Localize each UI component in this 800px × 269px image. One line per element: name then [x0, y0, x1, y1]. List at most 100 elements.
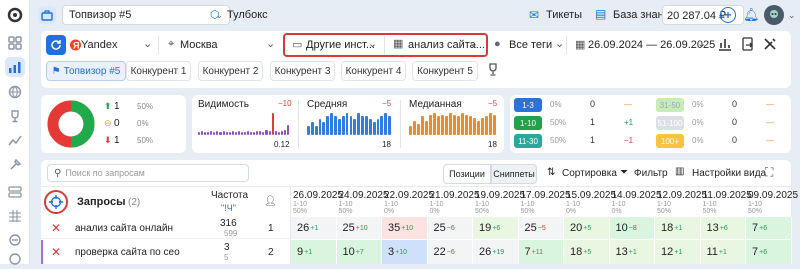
position-cell[interactable]: 7 +6	[746, 240, 792, 264]
chart-icon[interactable]	[718, 37, 732, 54]
position-cell[interactable]: 12 +1	[655, 240, 701, 264]
metric-bar	[341, 116, 345, 135]
position-cell[interactable]: 22 −6	[427, 240, 473, 264]
expand-icon[interactable]: ⛶	[765, 165, 773, 180]
metric-bar	[216, 130, 219, 135]
other-tools-select[interactable]: Другие инст...	[306, 39, 375, 51]
export-icon[interactable]	[741, 37, 755, 54]
position-cell[interactable]: 35 +10	[382, 217, 428, 239]
position-cell[interactable]: 10 −8	[609, 217, 655, 239]
date-header[interactable]: 09.09.2025	[748, 190, 798, 201]
position-cell[interactable]: 11 +1	[700, 240, 746, 264]
metric-bar	[417, 124, 420, 135]
settings-tools-icon[interactable]	[763, 37, 777, 54]
position-cell[interactable]: 20 +5	[564, 217, 610, 239]
filter-icon[interactable]: ⏷	[620, 167, 628, 178]
positions-icon[interactable]	[5, 57, 25, 77]
chevron-down-icon[interactable]: ⌄	[469, 37, 478, 50]
sort-icon[interactable]: ⇅	[547, 167, 555, 178]
date-percent: 50%	[475, 208, 490, 215]
date-header[interactable]: 14.09.2025	[612, 190, 662, 201]
tab-competitor-3[interactable]: Конкурент 3	[270, 61, 335, 81]
region-select[interactable]: Москва	[180, 39, 218, 51]
server-icon[interactable]	[5, 182, 25, 202]
position-cell[interactable]: 13 +6	[700, 217, 746, 239]
positions-toggle[interactable]: Позиции	[443, 164, 491, 184]
project-select[interactable]: Топвизор #5 ⌄	[62, 5, 230, 25]
position-cell[interactable]: 19 +6	[473, 217, 519, 239]
date-header[interactable]: 15.09.2025	[566, 190, 616, 201]
metric-bar	[228, 132, 231, 135]
date-header[interactable]: 12.09.2025	[657, 190, 707, 201]
average-value: 18	[382, 140, 391, 149]
date-header[interactable]: 21.09.2025	[430, 190, 480, 201]
position-cell[interactable]: 7 +6	[746, 217, 792, 239]
analytics-icon[interactable]	[5, 130, 25, 150]
position-cell[interactable]: 18 +1	[655, 217, 701, 239]
date-header[interactable]: 17.09.2025	[521, 190, 571, 201]
sort-button[interactable]: Сортировка	[562, 168, 617, 179]
position-delta: +1	[674, 224, 683, 232]
engine-select[interactable]: Yandex	[81, 39, 118, 51]
date-header[interactable]: 19.09.2025	[475, 190, 525, 201]
tags-select[interactable]: Все теги	[509, 39, 552, 51]
view-settings-button[interactable]: Настройки вида	[692, 168, 766, 179]
trophy-icon[interactable]	[5, 106, 25, 126]
tab-competitor-5[interactable]: Конкурент 5	[412, 61, 478, 81]
position-cell[interactable]: 9 +1	[291, 240, 337, 264]
position-cell[interactable]: 25 −5	[518, 217, 564, 239]
bell-icon[interactable]: 🔔︎	[743, 7, 760, 23]
trophy-icon[interactable]	[487, 63, 499, 79]
toolbox-link[interactable]: Тулбокс	[227, 9, 268, 21]
position-delta: +7	[355, 248, 364, 256]
chevron-down-icon[interactable]: ⌄	[788, 10, 796, 21]
position-cell[interactable]: 26 +1	[291, 217, 337, 239]
view-settings-icon[interactable]: ▥	[675, 166, 684, 177]
position-cell[interactable]: 3 +10	[382, 240, 428, 264]
briefcase-icon[interactable]	[38, 6, 56, 24]
position-cell[interactable]: 10 +7	[336, 240, 382, 264]
projects-icon[interactable]	[5, 33, 25, 53]
globe-icon[interactable]	[5, 82, 25, 102]
integrations-icon[interactable]	[5, 230, 25, 250]
add-funds-icon[interactable]: +	[720, 7, 736, 23]
tab-project[interactable]: ⚑ Топвизор #5	[46, 61, 126, 81]
position-cell[interactable]: 18 +5	[564, 240, 610, 264]
date-header[interactable]: 22.09.2025	[384, 190, 434, 201]
metric-bar	[277, 132, 280, 135]
position-cell[interactable]: 25 −6	[427, 217, 473, 239]
logo-icon[interactable]	[5, 5, 25, 25]
position-delta: +10	[355, 224, 368, 232]
chevron-down-icon[interactable]: ⌄	[555, 37, 564, 50]
metric-bar	[453, 114, 456, 135]
avatar[interactable]	[764, 5, 784, 25]
date-header[interactable]: 11.09.2025	[703, 190, 752, 201]
frequency-header[interactable]: Частота	[211, 190, 248, 201]
help-icon[interactable]	[5, 249, 25, 269]
position-cell[interactable]: 25 +10	[336, 217, 382, 239]
chevron-down-icon[interactable]: ⌄	[143, 37, 152, 50]
search-input[interactable]: ⚲ Поиск по запросам	[47, 164, 249, 182]
refresh-button[interactable]	[46, 35, 66, 55]
frequency-sub[interactable]: "!Ч"	[221, 203, 236, 213]
date-header[interactable]: 24.09.2025	[339, 190, 389, 201]
chevron-down-icon[interactable]: ⌄	[368, 37, 377, 50]
tab-competitor-4[interactable]: Конкурент 4	[341, 61, 406, 81]
date-header[interactable]: 26.09.2025	[293, 190, 343, 201]
chevron-down-icon[interactable]: ⌄	[697, 37, 706, 50]
position-cell[interactable]: 26 +19	[473, 240, 519, 264]
tab-competitor-1[interactable]: Конкурент 1	[126, 61, 191, 81]
position-cell[interactable]: 13 +1	[609, 240, 655, 264]
remove-icon[interactable]: ✕	[51, 221, 61, 235]
remove-icon[interactable]: ✕	[51, 245, 61, 259]
tickets-link[interactable]: Тикеты	[546, 9, 582, 21]
tools-icon[interactable]	[5, 155, 25, 175]
date-percent: 50%	[702, 208, 717, 215]
tab-competitor-2[interactable]: Конкурент 2	[198, 61, 263, 81]
snippets-toggle[interactable]: Сниппеты	[491, 164, 537, 184]
grid-icon[interactable]	[5, 206, 25, 226]
chevron-down-icon[interactable]: ⌄	[266, 37, 275, 50]
position-cell[interactable]: 7 +11	[518, 240, 564, 264]
crosshair-icon[interactable]	[44, 190, 68, 214]
filter-button[interactable]: Фильтр	[634, 168, 668, 179]
